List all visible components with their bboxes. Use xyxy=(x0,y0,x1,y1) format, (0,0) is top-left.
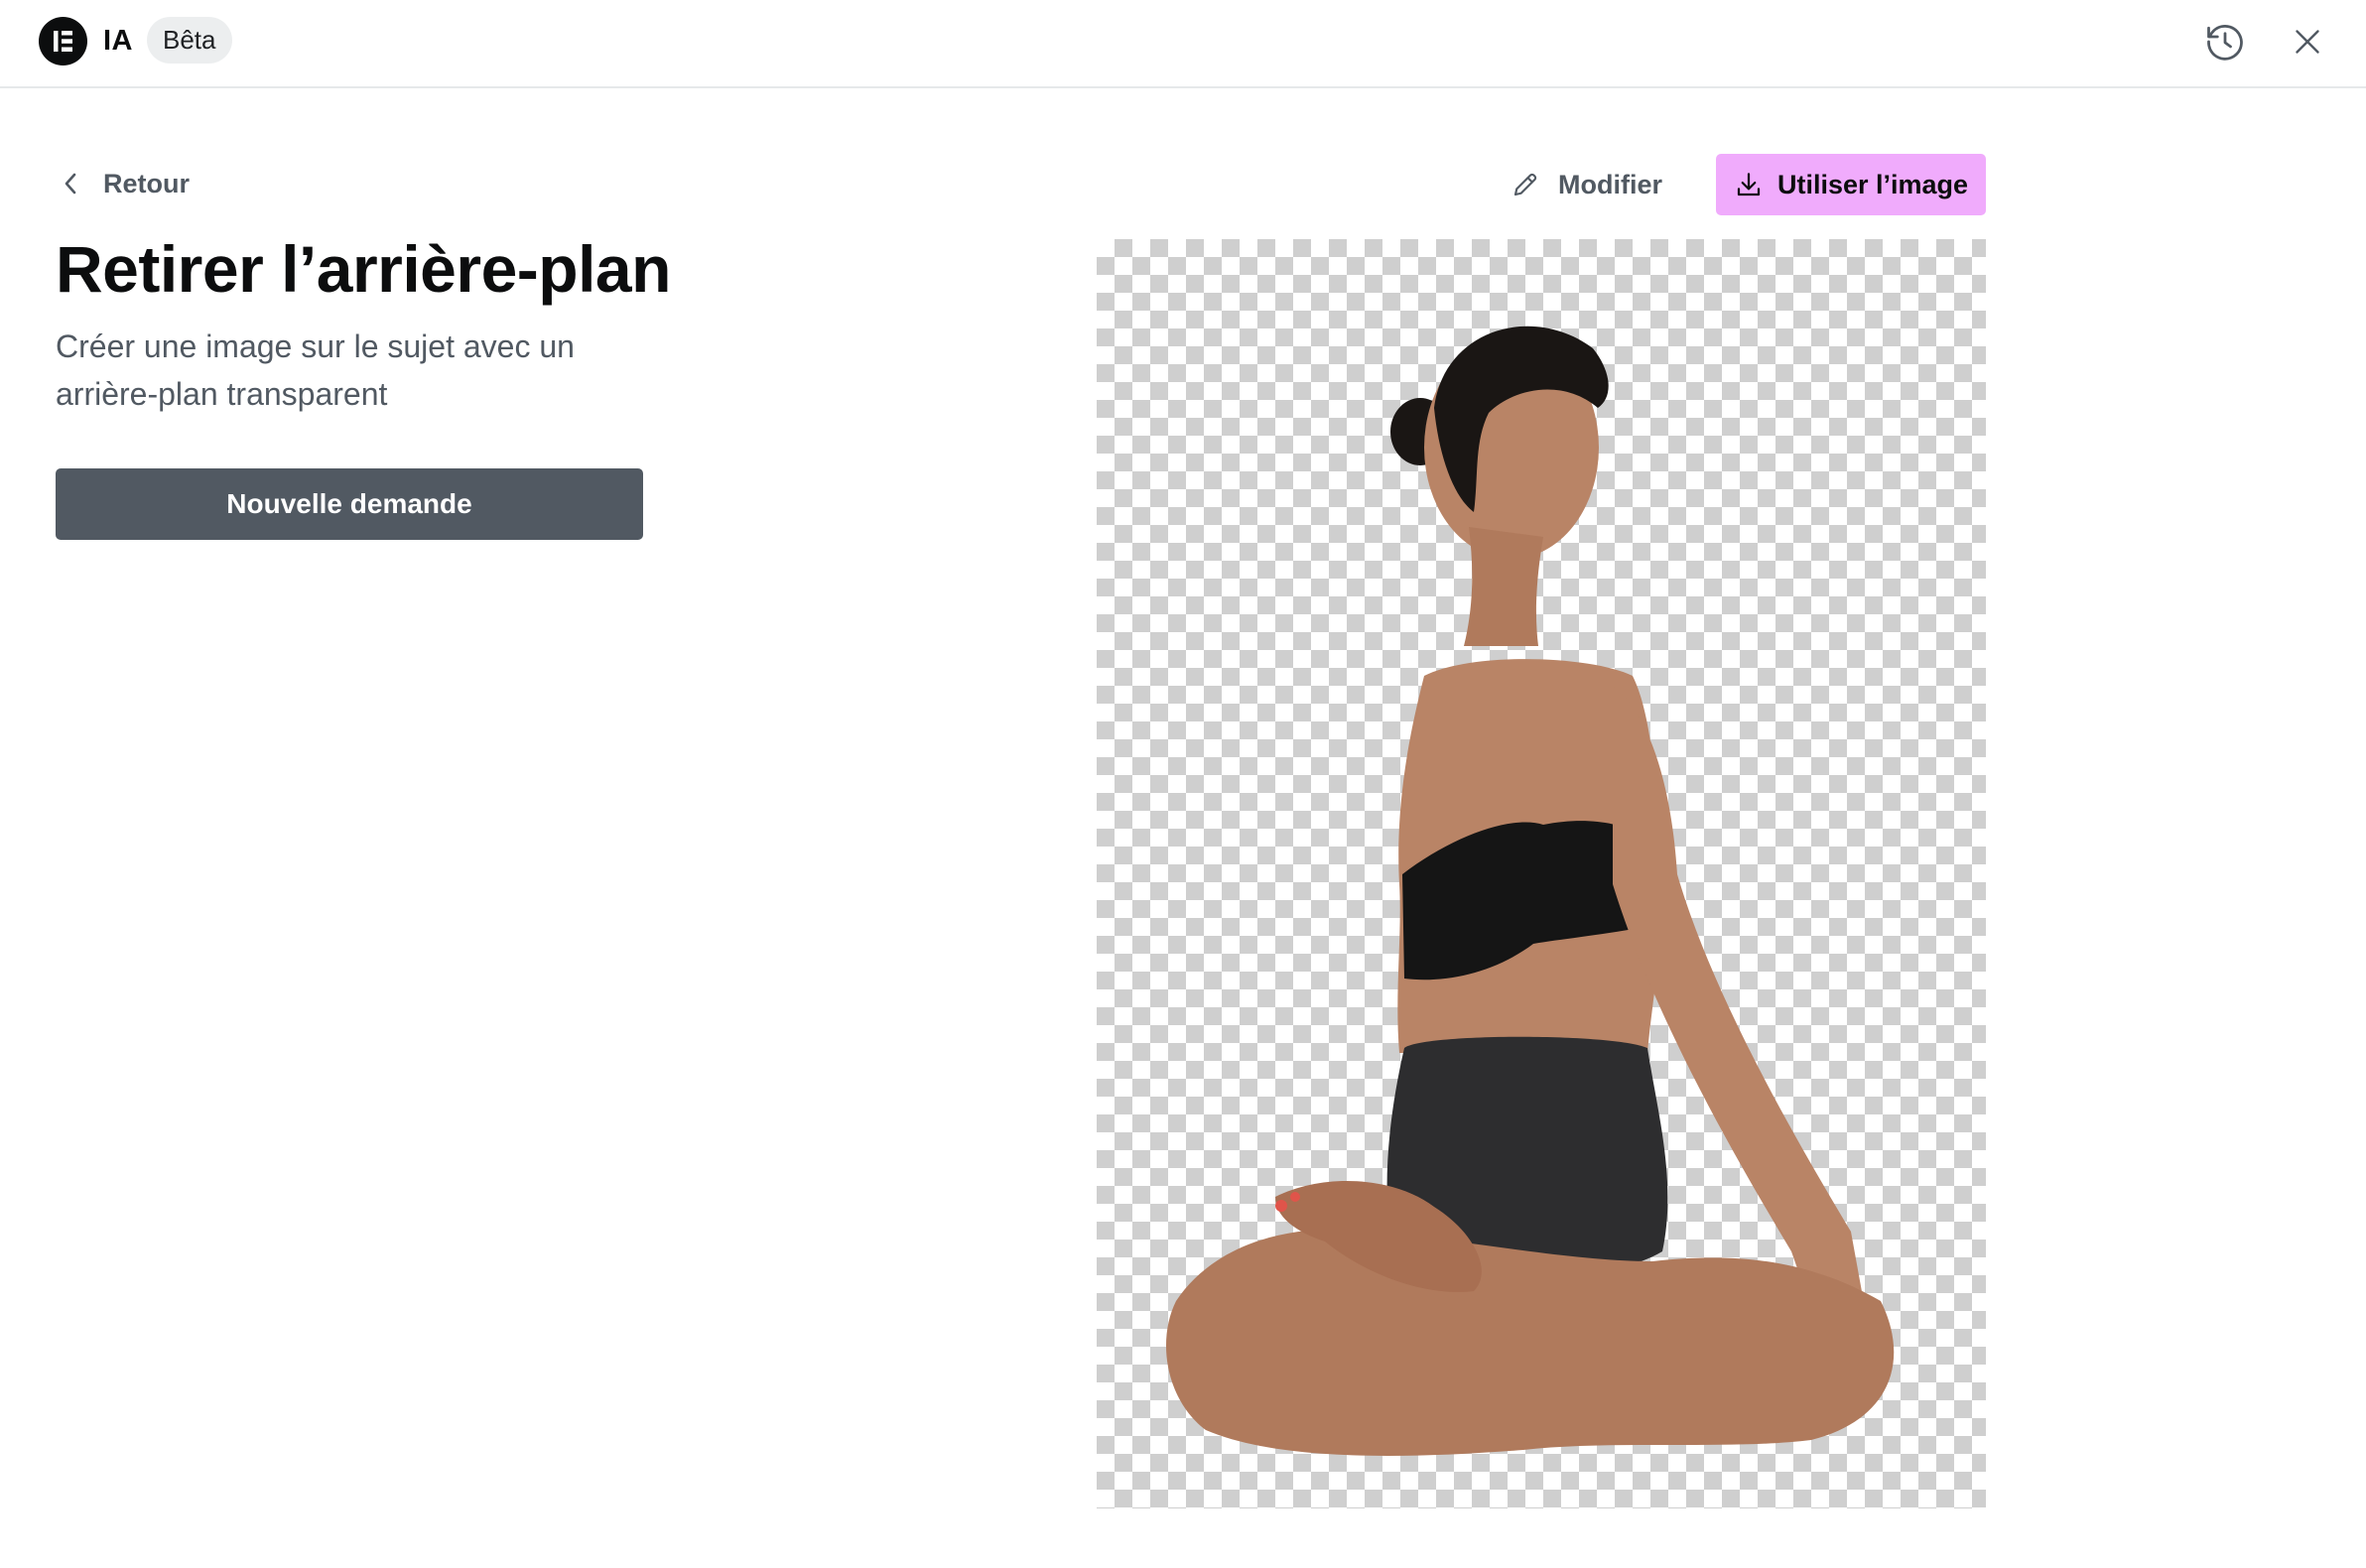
download-icon xyxy=(1737,173,1761,196)
edit-button[interactable]: Modifier xyxy=(1511,156,1662,213)
use-image-label: Utiliser l’image xyxy=(1776,169,1969,199)
history-button[interactable] xyxy=(2201,18,2249,65)
close-button[interactable] xyxy=(2284,18,2331,65)
back-link[interactable]: Retour xyxy=(62,164,190,203)
app-name: IA xyxy=(103,25,133,57)
page-title: Retirer l’arrière-plan xyxy=(56,232,671,306)
back-label: Retour xyxy=(103,168,190,198)
history-icon xyxy=(2207,24,2243,61)
top-bar: IA Bêta xyxy=(0,0,2366,88)
subject-figure xyxy=(1166,326,1895,1456)
chevron-left-icon xyxy=(65,173,76,195)
elementor-logo-icon xyxy=(39,17,87,65)
edit-label: Modifier xyxy=(1558,169,1662,199)
beta-badge: Bêta xyxy=(147,17,232,64)
new-request-button[interactable]: Nouvelle demande xyxy=(56,468,643,540)
close-icon xyxy=(2296,30,2319,54)
page-subtitle: Créer une image sur le sujet avec un arr… xyxy=(56,328,575,412)
image-preview xyxy=(1097,239,1986,1508)
use-image-button[interactable]: Utiliser l’image xyxy=(1716,154,1986,215)
pencil-icon xyxy=(1513,173,1537,196)
